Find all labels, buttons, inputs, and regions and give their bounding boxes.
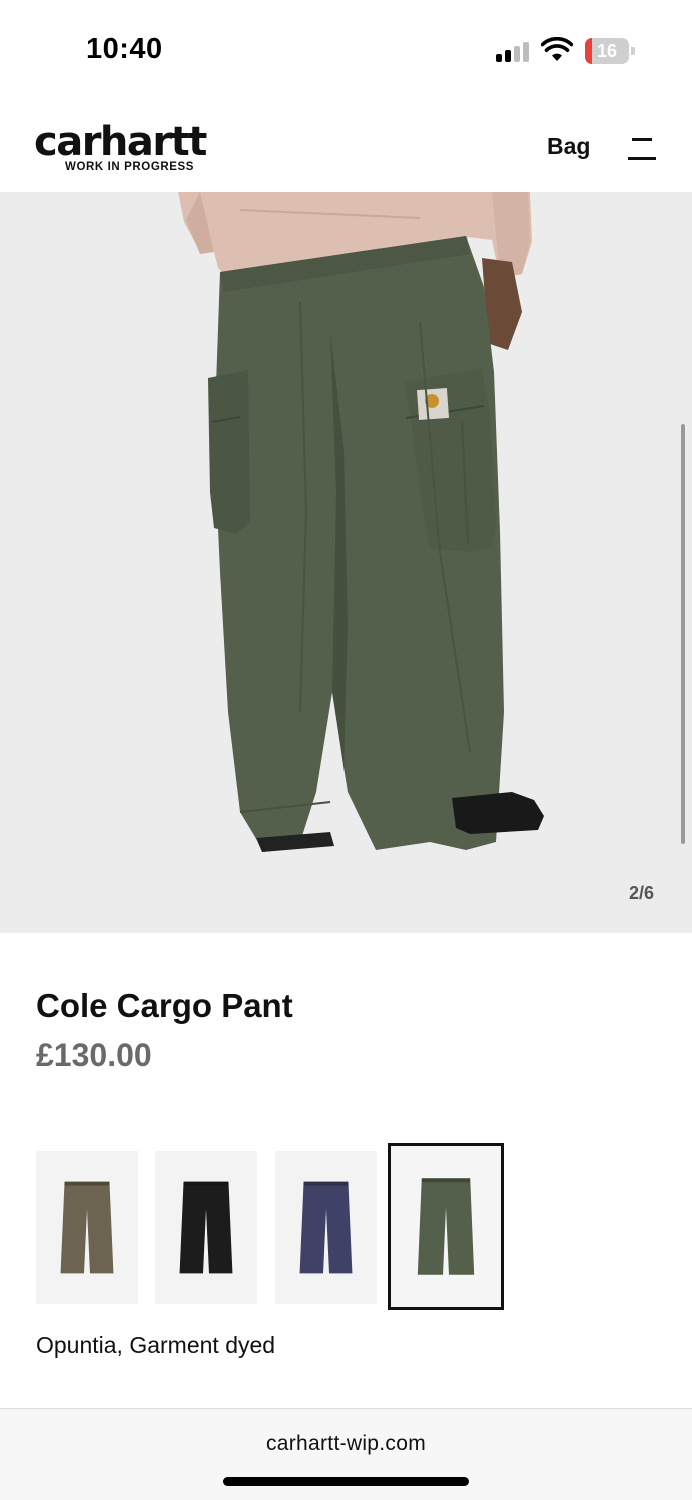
home-indicator[interactable] bbox=[223, 1477, 469, 1486]
color-swatch-selected[interactable] bbox=[388, 1143, 504, 1310]
color-swatch[interactable] bbox=[155, 1151, 257, 1304]
hamburger-menu-icon[interactable] bbox=[628, 136, 656, 162]
battery-level: 16 bbox=[596, 41, 618, 61]
logo-wordmark: carhartt bbox=[34, 119, 207, 165]
status-bar: 10:40 16 bbox=[0, 0, 692, 100]
gallery-counter: 2/6 bbox=[629, 883, 655, 903]
product-title: Cole Cargo Pant bbox=[36, 987, 293, 1024]
color-name: Opuntia, Garment dyed bbox=[36, 1332, 276, 1358]
battery-icon: 16 bbox=[585, 38, 635, 64]
site-header: carhartt WORK IN PROGRESS Bag bbox=[0, 100, 692, 192]
color-swatch[interactable] bbox=[36, 1151, 138, 1304]
logo-tagline: WORK IN PROGRESS bbox=[65, 161, 195, 173]
browser-url-bar[interactable]: carhartt-wip.com bbox=[0, 1408, 692, 1500]
color-swatches bbox=[36, 1143, 506, 1310]
pant-thumbnail bbox=[299, 1181, 353, 1274]
product-image-gallery[interactable] bbox=[0, 192, 692, 933]
carhartt-logo[interactable]: carhartt WORK IN PROGRESS bbox=[34, 120, 254, 180]
product-photo bbox=[178, 192, 544, 852]
url-text: carhartt-wip.com bbox=[265, 1432, 426, 1455]
pant-thumbnail bbox=[179, 1181, 233, 1274]
pant-thumbnail bbox=[417, 1178, 475, 1275]
wifi-icon bbox=[540, 36, 574, 63]
pant-thumbnail bbox=[60, 1181, 114, 1274]
signal-icon bbox=[496, 40, 532, 62]
color-swatch[interactable] bbox=[275, 1151, 377, 1304]
status-time: 10:40 bbox=[86, 33, 163, 65]
product-price: £130.00 bbox=[36, 1037, 152, 1073]
bag-link[interactable]: Bag bbox=[547, 133, 590, 160]
gallery-scrollbar[interactable] bbox=[681, 424, 685, 844]
